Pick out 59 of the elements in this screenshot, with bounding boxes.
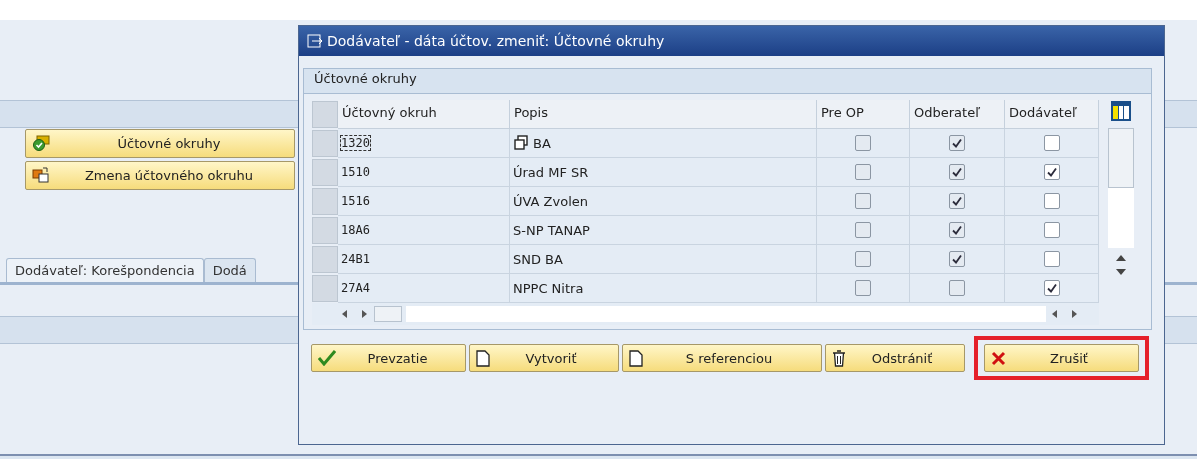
checkbox[interactable] [1043,164,1060,180]
table-cell: 27A4 [341,281,370,295]
table-cell: 24B1 [341,252,370,266]
copy-icon[interactable] [513,135,529,151]
column-header: Odberateľ [910,100,1005,129]
dialog-button[interactable]: Prevzatie [311,344,466,372]
table-cell: S-NP TANAP [513,222,590,238]
column-header: Popis [510,100,817,129]
trash-icon [832,349,846,367]
toolbar-button[interactable]: Zmena účtovného okruhu [25,160,295,190]
checkbox[interactable] [949,193,965,209]
table-cell: 18A6 [341,223,370,237]
checkbox[interactable] [855,251,871,267]
scroll-down-icon[interactable] [1115,268,1127,276]
dialog-button[interactable]: Odstrániť [825,344,965,372]
dialog-button[interactable]: Zrušiť [984,344,1139,372]
dialog-button[interactable]: Vytvoriť [469,344,619,372]
checkbox[interactable] [855,280,871,296]
table-cell: SND BA [513,251,563,267]
table-cell: ÚVA Zvolen [513,193,588,209]
table-cell: Úrad MF SR [513,164,589,180]
table-cell: 1320 [341,136,370,150]
column-settings-icon[interactable] [1110,100,1132,122]
document-icon [476,349,490,367]
dialog-button[interactable]: S referenciou [622,344,822,372]
window-title: Dodávateľ - dáta účtov. zmeniť: Účtovné okruhy [327,33,665,49]
toolbar-button[interactable]: Účtovné okruhy [25,128,295,158]
table-cell: 1510 [341,165,370,179]
scrollbar-thumb[interactable] [1108,128,1134,188]
group-title: Účtovné okruhy [304,69,1151,94]
checkbox[interactable] [1043,222,1060,238]
tab[interactable]: Dodávateľ: Korešpondencia [6,258,204,282]
window-icon [307,34,323,48]
checkbox[interactable] [949,135,965,151]
column-header: Dodávateľ [1005,100,1099,129]
checkbox[interactable] [1043,135,1060,151]
checkbox[interactable] [855,164,871,180]
tab[interactable]: Dodá [203,258,256,282]
document-icon [629,349,643,367]
checkbox[interactable] [1043,280,1060,296]
close-icon [991,350,1006,366]
checkbox[interactable] [949,251,965,267]
column-header: Pre OP [817,100,910,129]
table-cell: NPPC Nitra [513,280,584,296]
folder-check-icon [32,135,50,151]
checkbox[interactable] [855,135,871,151]
checkbox[interactable] [1043,251,1060,267]
checkbox[interactable] [1043,193,1060,209]
scrollbar-thumb[interactable] [374,306,402,322]
table-cell: 1516 [341,194,370,208]
checkbox[interactable] [949,222,965,238]
column-header: Účtovný okruh [338,100,510,129]
checkbox[interactable] [949,280,965,296]
checkbox[interactable] [855,193,871,209]
table-cell: BA [533,135,551,151]
checkbox[interactable] [949,164,965,180]
checkmark-icon [318,350,336,366]
copy-squares-icon [32,167,50,183]
checkbox[interactable] [855,222,871,238]
